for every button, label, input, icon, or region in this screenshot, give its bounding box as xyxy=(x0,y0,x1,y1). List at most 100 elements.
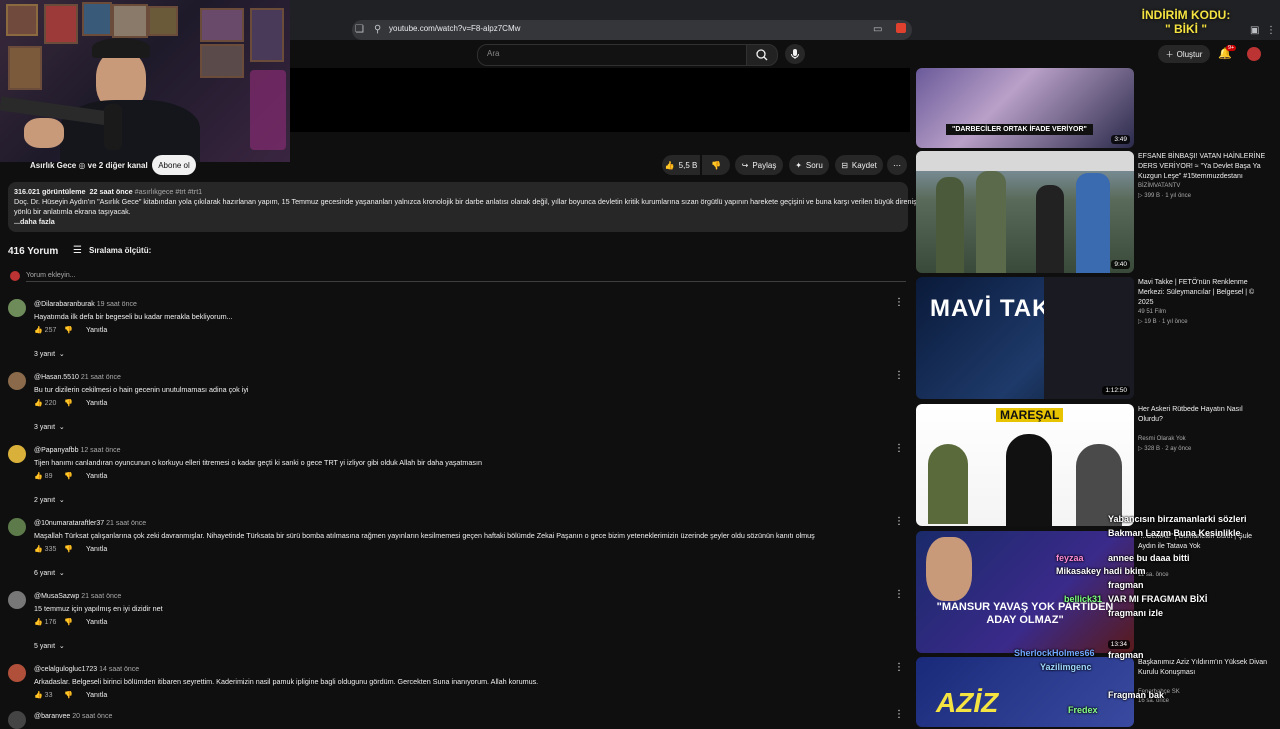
comment-avatar[interactable] xyxy=(8,711,26,729)
view-replies-button[interactable]: 3 yanıt ⌄ xyxy=(34,350,65,358)
video-title[interactable]: Mavi Takke | FETÖ'nün Renklenme Merkezi:… xyxy=(1138,278,1268,308)
chat-message: feyzaa xyxy=(1056,553,1084,563)
site-info-icon[interactable]: ⚲ xyxy=(374,24,381,35)
comment-author[interactable]: @Hasan.5510 xyxy=(34,374,79,381)
comment-time[interactable]: 21 saat önce xyxy=(81,374,121,381)
comment-menu-icon[interactable]: ⋮ xyxy=(894,370,904,381)
comment-author[interactable]: @10numarataraftler37 xyxy=(34,520,104,527)
video-title[interactable]: Başkanımız Aziz Yıldırım'ın Yüksek Divan… xyxy=(1138,658,1268,678)
comment-avatar[interactable] xyxy=(8,299,26,317)
view-replies-button[interactable]: 2 yanıt ⌄ xyxy=(34,496,65,504)
window-icon[interactable]: ▣ xyxy=(1250,25,1259,36)
share-button[interactable]: ↪ Paylaş xyxy=(735,155,783,175)
like-button[interactable]: 👍 5,5 B xyxy=(662,155,700,175)
comment-avatar[interactable] xyxy=(8,591,26,609)
view-replies-button[interactable]: 5 yanıt ⌄ xyxy=(34,642,65,650)
comment-dislike-button[interactable]: 👎 xyxy=(64,326,73,334)
reply-button[interactable]: Yanıtla xyxy=(86,619,107,626)
comment-avatar[interactable] xyxy=(8,664,26,682)
sort-icon[interactable]: ☰ xyxy=(73,245,82,256)
view-replies-button[interactable]: 6 yanıt ⌄ xyxy=(34,569,65,577)
view-replies-button[interactable]: 3 yanıt ⌄ xyxy=(34,423,65,431)
hashtags[interactable]: #asırlıkgece #trt #trt1 xyxy=(135,187,203,196)
comment-like-button[interactable]: 👍 176 xyxy=(34,618,56,626)
comment-dislike-button[interactable]: 👎 xyxy=(64,691,73,699)
comment-time[interactable]: 20 saat önce xyxy=(72,713,112,720)
comment-menu-icon[interactable]: ⋮ xyxy=(894,662,904,673)
channel-name[interactable]: Asırlık Gece ◎ ve 2 diğer kanal xyxy=(30,161,148,170)
comment-menu-icon[interactable]: ⋮ xyxy=(894,297,904,308)
video-thumbnail[interactable]: "MANSUR YAVAŞ YOK PARTİDEN ADAY OLMAZ" 1… xyxy=(916,531,1134,653)
comment-author[interactable]: @MusaSazwp xyxy=(34,593,79,600)
comment-like-button[interactable]: 👍 335 xyxy=(34,545,56,553)
video-title[interactable]: Her Askeri Rütbede Hayatın Nasıl Olurdu? xyxy=(1138,405,1268,425)
reply-button[interactable]: Yanıtla xyxy=(86,546,107,553)
video-title[interactable]: EFSANE BİNBAŞI! VATAN HAİNLERİNE DERS VE… xyxy=(1138,152,1268,182)
save-button[interactable]: ⊟ Kaydet xyxy=(835,155,883,175)
comment-like-button[interactable]: 👍 89 xyxy=(34,472,52,480)
avatar[interactable] xyxy=(1247,47,1261,61)
comment-avatar[interactable] xyxy=(8,372,26,390)
comment-dislike-button[interactable]: 👎 xyxy=(64,472,73,480)
comment-like-button[interactable]: 👍 220 xyxy=(34,399,56,407)
comment-time[interactable]: 21 saat önce xyxy=(81,593,121,600)
search-input[interactable] xyxy=(477,44,747,66)
video-thumbnail[interactable]: "DARBECİLER ORTAK İFADE VERİYOR" 3:49 xyxy=(916,68,1134,148)
cast-icon[interactable]: ▭ xyxy=(873,24,882,35)
reply-button[interactable]: Yanıtla xyxy=(86,473,107,480)
comment-menu-icon[interactable]: ⋮ xyxy=(894,709,904,720)
reply-button[interactable]: Yanıtla xyxy=(86,692,107,699)
sort-label[interactable]: Sıralama ölçütü: xyxy=(89,246,151,255)
reply-button[interactable]: Yanıtla xyxy=(86,400,107,407)
comment-avatar[interactable] xyxy=(8,445,26,463)
dislike-button[interactable]: 👎 xyxy=(702,155,730,175)
comment-time[interactable]: 12 saat önce xyxy=(80,447,120,454)
video-thumbnail[interactable]: MAREŞAL xyxy=(916,404,1134,526)
extension-icon[interactable] xyxy=(896,23,906,33)
thumbs-up-icon: 👍 xyxy=(34,546,43,553)
chevron-down-icon: ⌄ xyxy=(58,424,65,431)
video-thumbnail[interactable]: 9:40 xyxy=(916,151,1134,273)
comment-input[interactable]: Yorum ekleyin... xyxy=(26,272,76,279)
video-channel[interactable]: Resmi Olarak Yok xyxy=(1138,436,1186,442)
comment-like-button[interactable]: 👍 257 xyxy=(34,326,56,334)
comment-dislike-button[interactable]: 👎 xyxy=(64,545,73,553)
more-menu-icon[interactable]: ⋮ xyxy=(1266,25,1276,36)
comment-author[interactable]: @celalgulogluc1723 xyxy=(34,666,97,673)
search-button[interactable] xyxy=(746,44,778,66)
comment-author[interactable]: @Dilarabaranburak xyxy=(34,301,95,308)
more-horizontal-icon: ⋯ xyxy=(893,160,901,170)
comment-menu-icon[interactable]: ⋮ xyxy=(894,516,904,527)
comment-menu-icon[interactable]: ⋮ xyxy=(894,589,904,600)
video-meta: ▷ 399 B · 1 yıl önce xyxy=(1138,193,1191,199)
video-channel[interactable]: 49 51 Film xyxy=(1138,309,1166,315)
video-thumbnail[interactable]: AZİZ xyxy=(916,657,1134,727)
video-channel[interactable]: BİZİMVATANTV xyxy=(1138,183,1180,189)
chat-message: fragman xyxy=(1108,580,1144,590)
reply-button[interactable]: Yanıtla xyxy=(86,327,107,334)
comment-author[interactable]: @baranvee xyxy=(34,713,70,720)
description-box[interactable]: 316.021 görüntüleme 22 saat önce #asırlı… xyxy=(8,182,931,232)
url-text[interactable]: youtube.com/watch?v=F8-alpz7CMw xyxy=(389,24,520,33)
comment-dislike-button[interactable]: 👎 xyxy=(64,618,73,626)
show-more-link[interactable]: ...daha fazla xyxy=(14,217,55,226)
thumbs-down-icon: 👎 xyxy=(711,160,721,170)
subscribe-button[interactable]: Abone ol xyxy=(152,155,196,175)
comment-avatar[interactable] xyxy=(8,518,26,536)
comment-dislike-button[interactable]: 👎 xyxy=(64,399,73,407)
ask-button[interactable]: ✦ Soru xyxy=(789,155,829,175)
more-actions-button[interactable]: ⋯ xyxy=(887,155,907,175)
comment-time[interactable]: 14 saat önce xyxy=(99,666,139,673)
voice-search-button[interactable] xyxy=(785,44,805,64)
thumb-figure xyxy=(926,537,972,601)
wall-frame xyxy=(200,8,244,42)
comment-author[interactable]: @Papanyafbb xyxy=(34,447,78,454)
video-thumbnail[interactable]: MAVİ TAKKE 1:12:50 xyxy=(916,277,1134,399)
comment-time[interactable]: 19 saat önce xyxy=(97,301,137,308)
chat-message: fragmanı izle xyxy=(1108,608,1164,618)
comment-time[interactable]: 21 saat önce xyxy=(106,520,146,527)
comment-menu-icon[interactable]: ⋮ xyxy=(894,443,904,454)
create-button[interactable]: ＋ Oluştur xyxy=(1158,45,1210,63)
bookmark-icon[interactable]: ❏ xyxy=(355,24,364,35)
comment-like-button[interactable]: 👍 33 xyxy=(34,691,52,699)
